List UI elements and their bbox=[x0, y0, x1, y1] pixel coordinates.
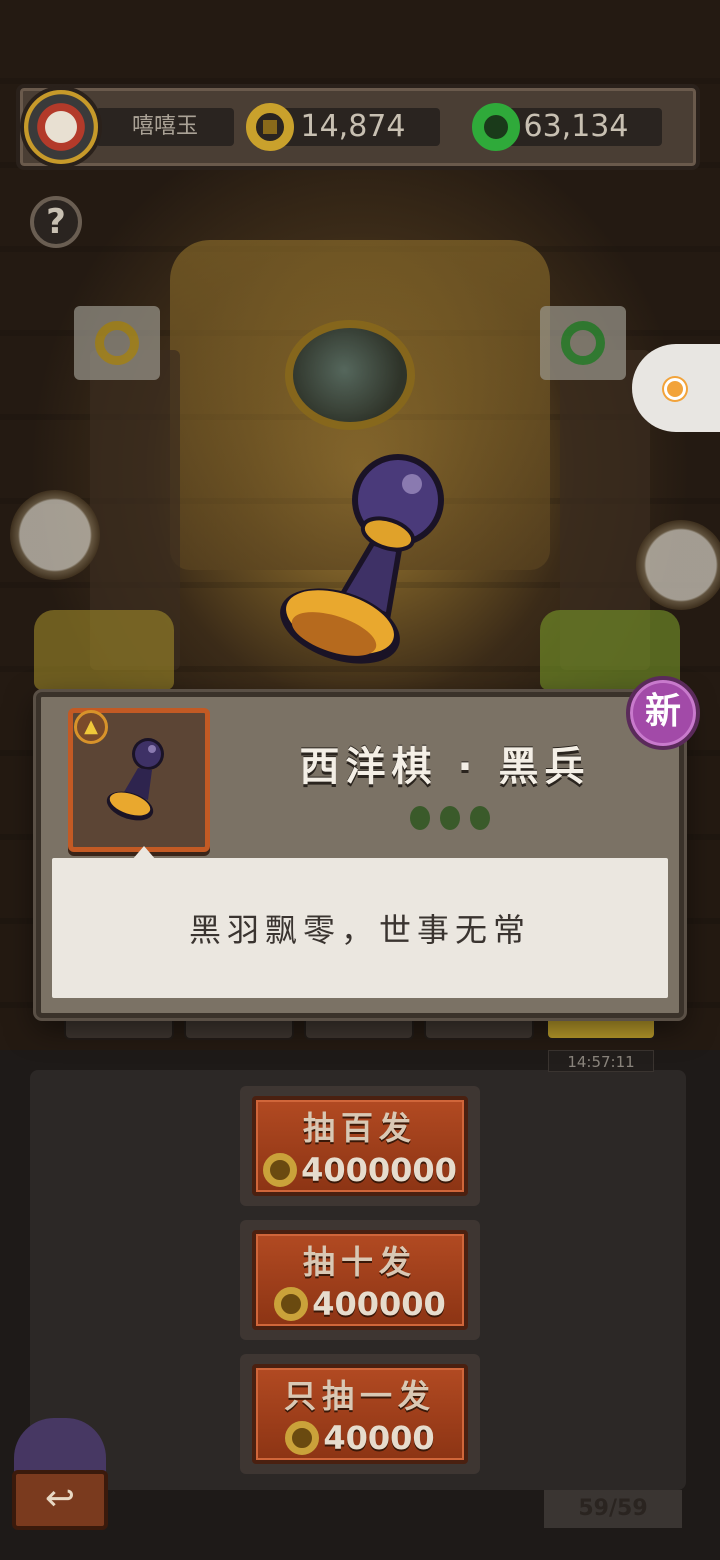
coin-icon bbox=[285, 1421, 320, 1455]
draw-button-price: 4000000 bbox=[301, 1151, 457, 1189]
draw-ten-button[interactable]: 抽十发 400000 bbox=[240, 1220, 480, 1340]
player-avatar[interactable] bbox=[20, 86, 102, 168]
rating-drop-icon bbox=[440, 806, 460, 830]
back-arrow-icon: ↩ bbox=[44, 1478, 76, 1519]
jade-dispenser bbox=[540, 306, 626, 380]
rating-drop-icon bbox=[410, 806, 430, 830]
new-badge: 新 bbox=[626, 676, 700, 750]
coin-icon bbox=[263, 1153, 298, 1187]
item-rating bbox=[410, 806, 490, 830]
back-button[interactable]: ↩ bbox=[12, 1470, 108, 1530]
help-button[interactable]: ? bbox=[30, 196, 82, 248]
draw-button-label: 抽十发 bbox=[302, 1243, 417, 1281]
draw-button-price: 400000 bbox=[312, 1285, 446, 1323]
gacha-machine-lens bbox=[285, 320, 415, 430]
refresh-timer: 14:57:11 bbox=[548, 1050, 654, 1072]
item-description: 黑羽飘零，世事无常 bbox=[188, 911, 531, 949]
coin-dispenser bbox=[74, 306, 160, 380]
right-pressure-gauge bbox=[636, 520, 720, 610]
left-pressure-gauge bbox=[10, 490, 100, 580]
coin-icon bbox=[246, 103, 294, 151]
item-title: 西洋棋 · 黑兵 bbox=[299, 744, 591, 790]
draw-hundred-button[interactable]: 抽百发 4000000 bbox=[240, 1086, 480, 1206]
assist-dot-icon bbox=[664, 378, 686, 400]
draw-counter: 59/59 bbox=[544, 1490, 682, 1528]
item-description-box: 黑羽飘零，世事无常 bbox=[52, 858, 668, 998]
player-name: 嘻嘻玉 bbox=[96, 108, 234, 146]
chess-pawn-icon bbox=[106, 738, 164, 821]
rating-drop-icon bbox=[470, 806, 490, 830]
left-jar bbox=[34, 610, 174, 690]
draw-button-label: 只抽一发 bbox=[283, 1377, 436, 1415]
draw-one-button[interactable]: 只抽一发 40000 bbox=[240, 1354, 480, 1474]
chess-pawn-showcase-icon bbox=[280, 454, 444, 664]
coin-icon bbox=[274, 1287, 309, 1321]
jade-icon bbox=[472, 103, 520, 151]
draw-button-label: 抽百发 bbox=[302, 1109, 417, 1147]
draw-button-price: 40000 bbox=[323, 1419, 435, 1457]
